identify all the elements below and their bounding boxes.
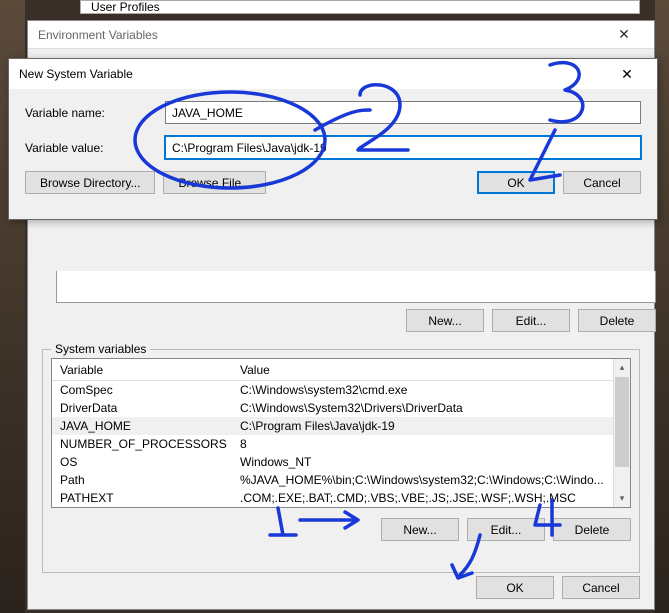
cell-value: C:\Windows\system32\cmd.exe [232, 383, 630, 397]
col-header-value[interactable]: Value [232, 363, 630, 377]
table-row[interactable]: NUMBER_OF_PROCESSORS8 [52, 435, 630, 453]
cell-value: %JAVA_HOME%\bin;C:\Windows\system32;C:\W… [232, 473, 630, 487]
system-variables-label: System variables [51, 342, 150, 356]
scroll-up-icon[interactable]: ▴ [614, 359, 630, 376]
env-title: Environment Variables [38, 28, 604, 42]
system-list-scrollbar[interactable]: ▴ ▾ [613, 359, 630, 507]
cell-variable: DriverData [52, 401, 232, 415]
cell-variable: JAVA_HOME [52, 419, 232, 433]
cell-value: .COM;.EXE;.BAT;.CMD;.VBS;.VBE;.JS;.JSE;.… [232, 491, 630, 505]
table-row[interactable]: ComSpecC:\Windows\system32\cmd.exe [52, 381, 630, 399]
user-delete-button[interactable]: Delete [578, 309, 656, 332]
nv-ok-button[interactable]: OK [477, 171, 555, 194]
user-new-button[interactable]: New... [406, 309, 484, 332]
env-cancel-button[interactable]: Cancel [562, 576, 640, 599]
scroll-thumb[interactable] [615, 377, 629, 467]
user-profiles-label: User Profiles [91, 0, 160, 14]
cell-variable: ComSpec [52, 383, 232, 397]
browse-directory-button[interactable]: Browse Directory... [25, 171, 155, 194]
cell-value: Windows_NT [232, 455, 630, 469]
variable-name-input[interactable] [165, 101, 641, 124]
system-delete-button[interactable]: Delete [553, 518, 631, 541]
nv-cancel-button[interactable]: Cancel [563, 171, 641, 194]
env-titlebar[interactable]: Environment Variables ✕ [28, 21, 654, 49]
system-variables-group: System variables Variable Value ComSpecC… [42, 349, 640, 573]
new-system-variable-dialog: New System Variable ✕ Variable name: Var… [8, 58, 658, 220]
nv-titlebar[interactable]: New System Variable ✕ [9, 59, 657, 89]
env-ok-button[interactable]: OK [476, 576, 554, 599]
col-header-variable[interactable]: Variable [52, 363, 232, 377]
user-edit-button[interactable]: Edit... [492, 309, 570, 332]
system-edit-button[interactable]: Edit... [467, 518, 545, 541]
variable-value-label: Variable value: [25, 141, 165, 155]
browse-file-button[interactable]: Browse File... [163, 171, 266, 194]
cell-variable: NUMBER_OF_PROCESSORS [52, 437, 232, 451]
cell-value: C:\Program Files\Java\jdk-19 [232, 419, 630, 433]
cell-variable: PATHEXT [52, 491, 232, 505]
system-variables-list[interactable]: Variable Value ComSpecC:\Windows\system3… [51, 358, 631, 508]
cell-variable: OS [52, 455, 232, 469]
system-new-button[interactable]: New... [381, 518, 459, 541]
user-variables-listbox-partial[interactable] [56, 271, 656, 303]
variable-value-input[interactable] [165, 136, 641, 159]
close-icon[interactable]: ✕ [604, 26, 644, 43]
cell-value: C:\Windows\System32\Drivers\DriverData [232, 401, 630, 415]
variable-name-label: Variable name: [25, 106, 165, 120]
table-row[interactable]: Path%JAVA_HOME%\bin;C:\Windows\system32;… [52, 471, 630, 489]
cell-variable: Path [52, 473, 232, 487]
user-profiles-row[interactable]: User Profiles [80, 0, 640, 14]
table-row[interactable]: JAVA_HOMEC:\Program Files\Java\jdk-19 [52, 417, 630, 435]
cell-value: 8 [232, 437, 630, 451]
table-row[interactable]: OSWindows_NT [52, 453, 630, 471]
scroll-down-icon[interactable]: ▾ [614, 490, 630, 507]
nv-close-icon[interactable]: ✕ [607, 66, 647, 83]
nv-title: New System Variable [19, 67, 607, 81]
table-row[interactable]: DriverDataC:\Windows\System32\Drivers\Dr… [52, 399, 630, 417]
system-list-header[interactable]: Variable Value [52, 359, 630, 381]
table-row[interactable]: PATHEXT.COM;.EXE;.BAT;.CMD;.VBS;.VBE;.JS… [52, 489, 630, 507]
